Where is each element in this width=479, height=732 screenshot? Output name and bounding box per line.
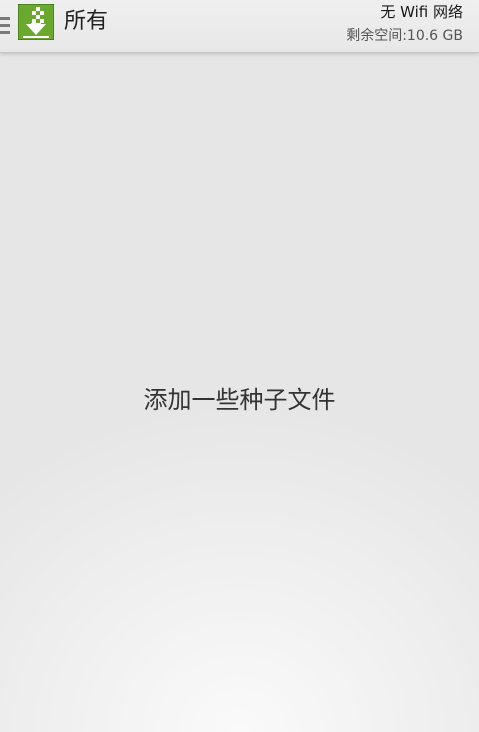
torrent-download-logo-icon [18,4,54,40]
network-status: 无 Wifi 网络 [380,3,463,21]
free-space-status: 剩余空间:10.6 GB [346,28,463,44]
action-bar: 所有 无 Wifi 网络 剩余空间:10.6 GB [0,0,479,53]
hamburger-menu-icon [0,15,10,37]
page-title: 所有 [64,9,109,34]
navigation-drawer-button[interactable] [0,0,62,52]
empty-state-message: 添加一些种子文件 [143,386,336,414]
